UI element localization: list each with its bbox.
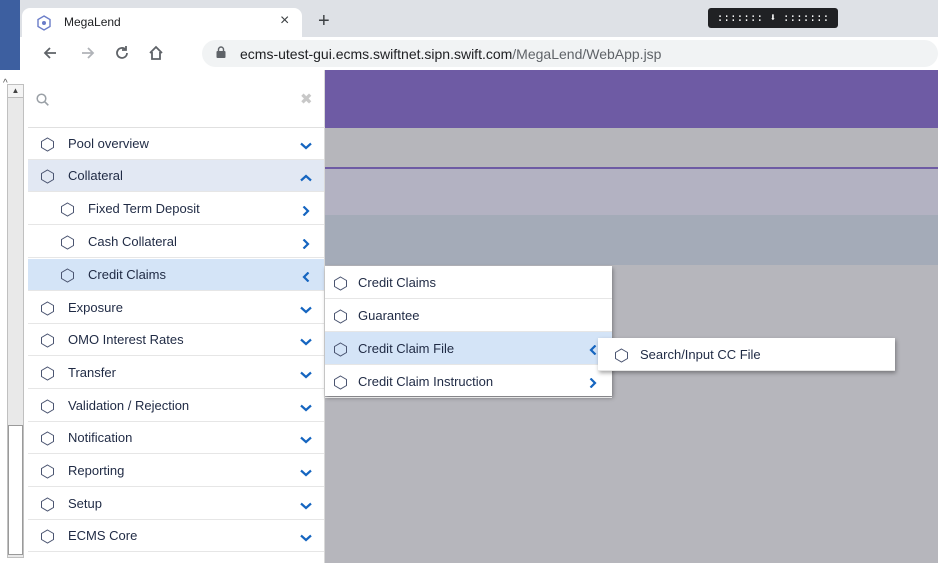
hexagon-icon xyxy=(333,342,348,357)
content-band xyxy=(325,169,938,215)
menu-item-validation-rejection[interactable]: Validation / Rejection xyxy=(28,390,324,422)
menu-item-notification[interactable]: Notification xyxy=(28,422,324,454)
chevron-down-icon[interactable] xyxy=(300,401,312,412)
browser-toolbar: ecms-utest-gui.ecms.swiftnet.sipn.swift.… xyxy=(20,37,938,70)
credit-claim-file-submenu: Search/Input CC File xyxy=(598,338,895,371)
content-band xyxy=(325,128,938,168)
browser-tab[interactable]: MegaLend × xyxy=(22,8,302,37)
tab-close-icon[interactable]: × xyxy=(280,12,289,30)
chevron-right-icon[interactable] xyxy=(300,204,312,217)
extension-bar[interactable]: ::::::: ⬇ ::::::: xyxy=(708,8,838,28)
hexagon-icon xyxy=(60,202,75,217)
chevron-down-icon[interactable] xyxy=(300,368,312,379)
chevron-down-icon[interactable] xyxy=(300,139,312,150)
search-input[interactable] xyxy=(58,88,292,112)
hexagon-icon xyxy=(40,366,55,381)
hexagon-icon xyxy=(333,375,348,390)
back-arrow-icon[interactable] xyxy=(42,45,58,64)
search-icon xyxy=(36,93,49,106)
hexagon-icon xyxy=(333,276,348,291)
menu-item-reporting[interactable]: Reporting xyxy=(28,455,324,487)
submenu-item-credit-claim-file[interactable]: Credit Claim File xyxy=(325,332,612,365)
chevron-down-icon[interactable] xyxy=(300,433,312,444)
menu-item-label: Reporting xyxy=(68,463,125,478)
menu-item-label: Validation / Rejection xyxy=(68,398,190,413)
url-host: ecms-utest-gui.ecms.swiftnet.sipn.swift.… xyxy=(240,46,513,62)
hexagon-icon xyxy=(614,348,629,363)
hexagon-icon xyxy=(40,169,55,184)
submenu-item-label: Search/Input CC File xyxy=(640,347,761,362)
hexagon-icon xyxy=(60,268,75,283)
submenu-item-search-input-cc-file[interactable]: Search/Input CC File xyxy=(598,338,895,371)
menu-item-label: Setup xyxy=(68,496,102,511)
chevron-down-icon[interactable] xyxy=(300,303,312,314)
tab-title: MegaLend xyxy=(64,15,121,29)
menu-item-label: Collateral xyxy=(68,168,123,183)
menu-search: ✖ xyxy=(28,70,325,128)
menu-item-collateral[interactable]: Collateral xyxy=(28,160,324,192)
hexagon-icon xyxy=(40,529,55,544)
app-header-bar xyxy=(325,70,938,128)
submenu-item-credit-claims[interactable]: Credit Claims xyxy=(325,266,612,299)
chevron-up-icon[interactable] xyxy=(300,171,312,182)
submenu-item-guarantee[interactable]: Guarantee xyxy=(325,299,612,332)
hexagon-icon xyxy=(40,333,55,348)
chevron-left-icon[interactable] xyxy=(300,270,312,283)
chevron-down-icon[interactable] xyxy=(300,499,312,510)
address-bar[interactable]: ecms-utest-gui.ecms.swiftnet.sipn.swift.… xyxy=(202,40,938,67)
content-band xyxy=(325,215,938,265)
menu-item-label: Pool overview xyxy=(68,136,149,151)
submenu-item-label: Credit Claim File xyxy=(358,341,455,356)
hexagon-icon xyxy=(40,301,55,316)
chevron-right-icon[interactable] xyxy=(587,376,599,389)
credit-claims-submenu: Credit Claims Guarantee Credit Claim Fil… xyxy=(325,266,612,398)
menu-item-label: ECMS Core xyxy=(68,528,138,543)
megalend-favicon-icon xyxy=(36,15,52,31)
url-text: ecms-utest-gui.ecms.swiftnet.sipn.swift.… xyxy=(240,46,661,62)
new-tab-button[interactable]: + xyxy=(318,11,330,31)
url-path: /MegaLend/WebApp.jsp xyxy=(512,46,662,62)
menu-item-setup[interactable]: Setup xyxy=(28,488,324,520)
menu-item-fixed-term-deposit[interactable]: Fixed Term Deposit xyxy=(28,193,324,225)
chevron-down-icon[interactable] xyxy=(300,335,312,346)
menu-item-label: Cash Collateral xyxy=(88,234,177,249)
hexagon-icon xyxy=(40,431,55,446)
chevron-right-icon[interactable] xyxy=(300,237,312,250)
menu-item-pool-overview[interactable]: Pool overview xyxy=(28,128,324,160)
menu-item-cash-collateral[interactable]: Cash Collateral xyxy=(28,226,324,258)
menu-item-credit-claims[interactable]: Credit Claims xyxy=(28,259,324,291)
forward-arrow-icon[interactable] xyxy=(80,45,96,64)
side-menu: ✖ Pool overview Collateral Fixed Term De… xyxy=(28,70,325,563)
menu-item-label: OMO Interest Rates xyxy=(68,332,184,347)
menu-item-ecms-core[interactable]: ECMS Core xyxy=(28,520,324,552)
menu-item-label: Credit Claims xyxy=(88,267,167,282)
clear-search-icon[interactable]: ✖ xyxy=(300,90,313,108)
hexagon-icon xyxy=(40,464,55,479)
menu-item-transfer[interactable]: Transfer xyxy=(28,357,324,389)
menu-item-exposure[interactable]: Exposure xyxy=(28,292,324,324)
submenu-item-credit-claim-instruction[interactable]: Credit Claim Instruction xyxy=(325,365,612,398)
scroll-up-button[interactable]: ▲ xyxy=(8,85,23,98)
submenu-item-label: Credit Claim Instruction xyxy=(358,374,494,389)
scroll-thumb[interactable] xyxy=(8,425,23,555)
menu-item-label: Fixed Term Deposit xyxy=(88,201,200,216)
hexagon-icon xyxy=(40,497,55,512)
submenu-item-label: Guarantee xyxy=(358,308,420,323)
reload-icon[interactable] xyxy=(114,45,130,64)
home-icon[interactable] xyxy=(148,45,164,64)
hexagon-icon xyxy=(333,309,348,324)
menu-item-omo-interest-rates[interactable]: OMO Interest Rates xyxy=(28,324,324,356)
hexagon-icon xyxy=(40,399,55,414)
menu-item-label: Exposure xyxy=(68,300,123,315)
menu-item-label: Transfer xyxy=(68,365,116,380)
submenu-item-label: Credit Claims xyxy=(358,275,437,290)
menu-item-label: Notification xyxy=(68,430,133,445)
hexagon-icon xyxy=(40,137,55,152)
lock-icon[interactable] xyxy=(216,46,226,58)
chevron-down-icon[interactable] xyxy=(300,531,312,542)
window-edge xyxy=(0,0,20,70)
hexagon-icon xyxy=(60,235,75,250)
scrollbar[interactable]: ▲ xyxy=(7,84,24,558)
chevron-down-icon[interactable] xyxy=(300,466,312,477)
